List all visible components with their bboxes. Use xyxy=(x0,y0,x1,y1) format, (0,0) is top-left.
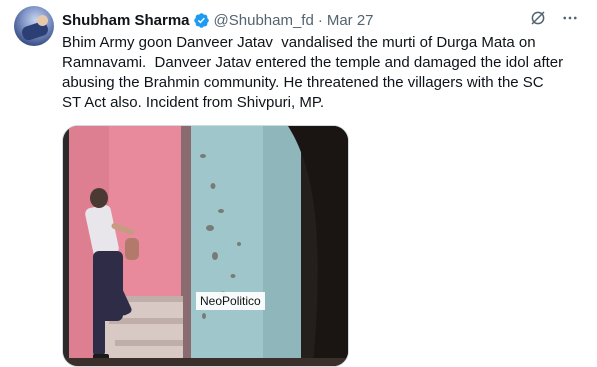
tweet-actions xyxy=(529,9,579,27)
header-separator: · xyxy=(317,11,323,29)
author-handle[interactable]: @Shubham_fd xyxy=(214,12,314,29)
tweet[interactable]: Shubham Sharma @Shubham_fd · Mar 27 Bhim… xyxy=(0,0,597,367)
grok-icon[interactable] xyxy=(529,9,547,27)
video-watermark: NeoPolitico xyxy=(196,292,265,310)
avatar[interactable] xyxy=(14,6,54,46)
video-frame xyxy=(63,126,348,366)
avatar-head xyxy=(37,15,48,26)
more-options-icon[interactable] xyxy=(561,9,579,27)
author-name[interactable]: Shubham Sharma xyxy=(62,12,190,29)
tweet-media-video[interactable]: NeoPolitico xyxy=(62,125,349,367)
tweet-header: Shubham Sharma @Shubham_fd · Mar 27 xyxy=(62,9,374,31)
verified-badge-icon xyxy=(193,12,209,28)
tweet-text: Bhim Army goon Danveer Jatav vandalised … xyxy=(62,34,564,111)
tweet-date[interactable]: Mar 27 xyxy=(327,12,374,29)
